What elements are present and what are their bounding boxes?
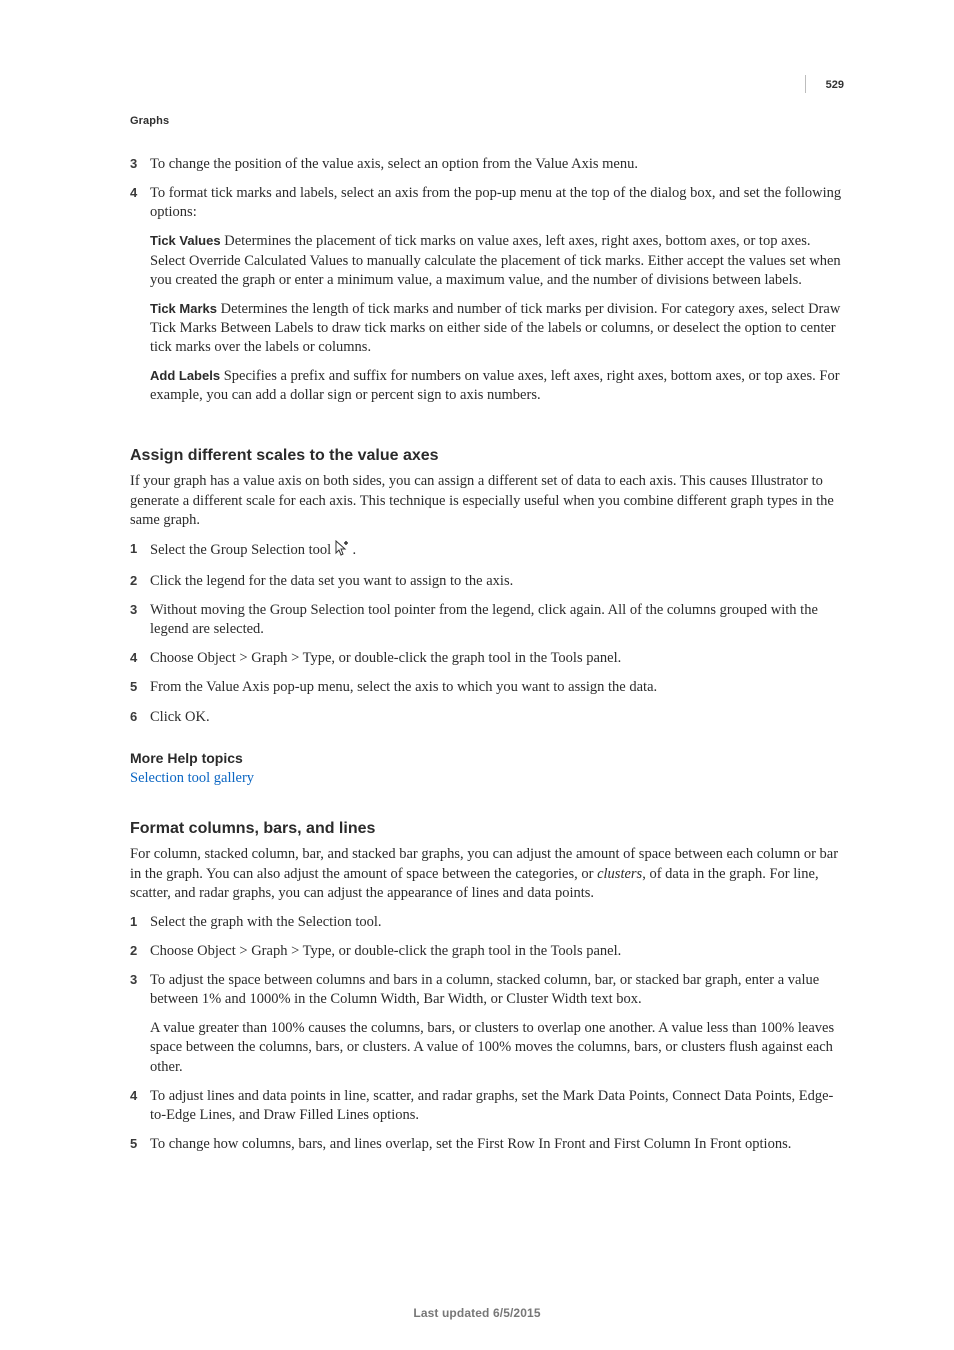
list-text: To format tick marks and labels, select … [150,184,844,415]
list-item: 4 Choose Object > Graph > Type, or doubl… [130,649,844,668]
heading-assign-scales: Assign different scales to the value axe… [130,445,844,466]
definition-text: Determines the length of tick marks and … [150,301,840,355]
page-number-box: 529 [805,75,844,93]
list-item: 2 Choose Object > Graph > Type, or doubl… [130,942,844,961]
step1-text-a: Select the Group Selection tool [150,542,335,558]
chapter-title: Graphs [130,115,844,127]
list-item: 1 Select the Group Selection tool . [130,540,844,562]
list-text: Click the legend for the data set you wa… [150,572,844,591]
list-item: 3 To change the position of the value ax… [130,155,844,174]
list-position-and-tick: 3 To change the position of the value ax… [130,155,844,415]
group-selection-tool-icon [335,540,349,562]
list-number: 3 [130,601,150,639]
page: 529 Graphs 3 To change the position of t… [0,0,954,1350]
step1-text-b: . [352,542,356,558]
definition-label: Tick Values [150,233,221,248]
list-number: 4 [130,1087,150,1125]
list-number: 6 [130,708,150,727]
list-number: 4 [130,649,150,668]
step3-text-a: To adjust the space between columns and … [150,971,844,1009]
definition-add-labels: Add Labels Specifies a prefix and suffix… [150,367,844,405]
definition-tick-values: Tick Values Determines the placement of … [150,232,844,289]
footer-last-updated: Last updated 6/5/2015 [0,1306,954,1320]
list-item: 4 To format tick marks and labels, selec… [130,184,844,415]
list-text-inner: To format tick marks and labels, select … [150,185,841,220]
list-item: 5 To change how columns, bars, and lines… [130,1135,844,1154]
definition-label: Tick Marks [150,301,217,316]
format-intro: For column, stacked column, bar, and sta… [130,845,844,902]
list-item: 1 Select the graph with the Selection to… [130,913,844,932]
link-selection-tool-gallery[interactable]: Selection tool gallery [130,770,254,786]
list-text: Without moving the Group Selection tool … [150,601,844,639]
step3-text-b: A value greater than 100% causes the col… [150,1019,844,1076]
list-text: To adjust lines and data points in line,… [150,1087,844,1125]
list-text: To adjust the space between columns and … [150,971,844,1077]
list-number: 2 [130,942,150,961]
list-item: 4 To adjust lines and data points in lin… [130,1087,844,1125]
list-number: 2 [130,572,150,591]
list-item: 5 From the Value Axis pop-up menu, selec… [130,678,844,697]
list-text: Click OK. [150,708,844,727]
definition-text: Specifies a prefix and suffix for number… [150,368,840,403]
heading-format-columns: Format columns, bars, and lines [130,818,844,839]
list-item: 2 Click the legend for the data set you … [130,572,844,591]
list-format-steps: 1 Select the graph with the Selection to… [130,913,844,1154]
list-item: 3 Without moving the Group Selection too… [130,601,844,639]
list-assign-steps: 1 Select the Group Selection tool . 2 [130,540,844,727]
heading-more-help: More Help topics [130,749,844,767]
list-number: 4 [130,184,150,415]
list-text: Select the graph with the Selection tool… [150,913,844,932]
definition-label: Add Labels [150,368,220,383]
definition-tick-marks: Tick Marks Determines the length of tick… [150,300,844,357]
list-text: From the Value Axis pop-up menu, select … [150,678,844,697]
format-intro-em: clusters [597,866,642,882]
definition-text: Determines the placement of tick marks o… [150,233,841,287]
list-text: Choose Object > Graph > Type, or double-… [150,942,844,961]
list-number: 1 [130,540,150,562]
content: 3 To change the position of the value ax… [130,155,844,1154]
list-item: 3 To adjust the space between columns an… [130,971,844,1077]
list-number: 5 [130,1135,150,1154]
list-number: 3 [130,155,150,174]
list-text: Select the Group Selection tool . [150,540,844,562]
list-text: To change the position of the value axis… [150,155,844,174]
page-number: 529 [826,79,844,91]
list-number: 5 [130,678,150,697]
list-item: 6 Click OK. [130,708,844,727]
definitions: Tick Values Determines the placement of … [150,232,844,405]
assign-intro: If your graph has a value axis on both s… [130,472,844,529]
list-number: 3 [130,971,150,1077]
list-text: To change how columns, bars, and lines o… [150,1135,844,1154]
more-help-links: Selection tool gallery [130,769,844,788]
list-number: 1 [130,913,150,932]
list-text: Choose Object > Graph > Type, or double-… [150,649,844,668]
